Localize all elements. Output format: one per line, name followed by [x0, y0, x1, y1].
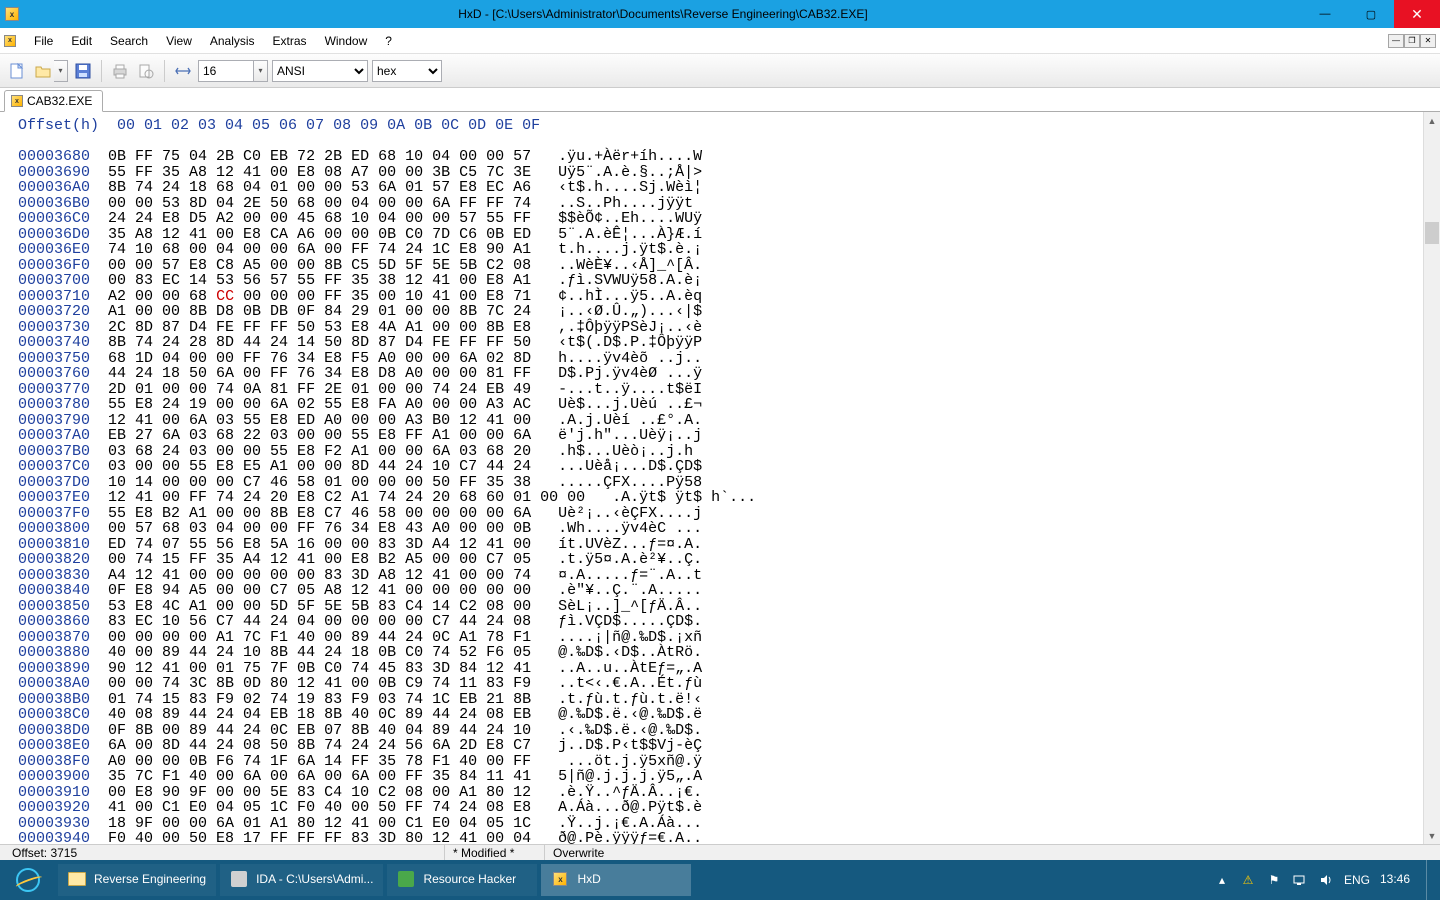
ida-icon — [230, 870, 248, 888]
toolbar: ▾ ▾ ANSI hex — [0, 54, 1440, 88]
print-preview-button[interactable] — [135, 60, 157, 82]
hex-editor[interactable]: Offset(h) 00 01 02 03 04 05 06 07 08 09 … — [0, 112, 1440, 844]
tray-language[interactable]: ENG — [1344, 873, 1370, 887]
window-title: HxD - [C:\Users\Administrator\Documents\… — [24, 7, 1302, 21]
taskbar-hxd[interactable]: xHxD — [541, 864, 691, 896]
bytes-per-row-input[interactable] — [198, 60, 254, 82]
menu-search[interactable]: Search — [102, 30, 156, 52]
taskbar-ida[interactable]: IDA - C:\Users\Admi... — [220, 864, 383, 896]
ie-icon — [16, 868, 40, 892]
scroll-up-button[interactable]: ▲ — [1424, 112, 1440, 129]
menu-analysis[interactable]: Analysis — [202, 30, 263, 52]
tray-flag-icon[interactable]: ⚑ — [1266, 872, 1282, 888]
window-maximize-button[interactable]: ▢ — [1348, 0, 1394, 28]
hxd-icon: x — [551, 870, 569, 888]
window-close-button[interactable]: ✕ — [1394, 0, 1440, 28]
menu-file[interactable]: File — [26, 30, 61, 52]
tray-clock[interactable]: 13:46 — [1380, 873, 1410, 886]
rh-icon — [397, 870, 415, 888]
bytes-per-row-icon — [172, 60, 194, 82]
mdi-close-button[interactable]: ✕ — [1420, 34, 1436, 48]
charset-select[interactable]: ANSI — [272, 60, 368, 82]
document-tabs: x CAB32.EXE — [0, 88, 1440, 112]
menu-help[interactable]: ? — [377, 30, 400, 52]
windows-taskbar: Reverse EngineeringIDA - C:\Users\Admi..… — [0, 860, 1440, 900]
app-icon-small: x — [4, 35, 24, 47]
tab-cab32[interactable]: x CAB32.EXE — [4, 90, 103, 112]
menu-edit[interactable]: Edit — [63, 30, 100, 52]
scroll-down-button[interactable]: ▼ — [1424, 827, 1440, 844]
mdi-controls: — ❐ ✕ — [1388, 34, 1436, 48]
menu-window[interactable]: Window — [317, 30, 376, 52]
numbase-select[interactable]: hex — [372, 60, 442, 82]
window-minimize-button[interactable]: — — [1302, 0, 1348, 28]
mdi-minimize-button[interactable]: — — [1388, 34, 1404, 48]
taskbar-resource[interactable]: Resource Hacker — [387, 864, 537, 896]
tray-network-icon[interactable] — [1292, 872, 1308, 888]
tray-chevron-icon[interactable]: ▴ — [1214, 872, 1230, 888]
new-file-button[interactable] — [6, 60, 28, 82]
open-file-button[interactable] — [32, 60, 54, 82]
tab-label: CAB32.EXE — [27, 94, 92, 108]
bytes-per-row-dropdown[interactable]: ▾ — [254, 60, 268, 82]
file-icon: x — [11, 95, 23, 107]
mdi-restore-button[interactable]: ❐ — [1404, 34, 1420, 48]
save-button[interactable] — [72, 60, 94, 82]
menu-view[interactable]: View — [158, 30, 200, 52]
tray-volume-icon[interactable] — [1318, 872, 1334, 888]
app-icon: x — [0, 7, 24, 21]
system-tray: ▴ ⚠ ⚑ ENG 13:46 — [1208, 860, 1440, 900]
start-button[interactable] — [0, 860, 56, 900]
print-button[interactable] — [109, 60, 131, 82]
show-desktop-button[interactable] — [1426, 860, 1434, 900]
menu-extras[interactable]: Extras — [265, 30, 315, 52]
window-titlebar: x HxD - [C:\Users\Administrator\Document… — [0, 0, 1440, 28]
menubar: x FileEditSearchViewAnalysisExtrasWindow… — [0, 28, 1440, 54]
open-dropdown-button[interactable]: ▾ — [54, 60, 68, 82]
vertical-scrollbar[interactable]: ▲ ▼ — [1423, 112, 1440, 844]
status-offset: Offset: 3715 — [4, 845, 444, 860]
status-modified: * Modified * — [444, 845, 544, 860]
scroll-thumb[interactable] — [1425, 222, 1439, 244]
statusbar: Offset: 3715 * Modified * Overwrite — [0, 844, 1440, 860]
taskbar-reverse[interactable]: Reverse Engineering — [58, 864, 216, 896]
folder-icon — [68, 870, 86, 888]
tray-warning-icon[interactable]: ⚠ — [1240, 872, 1256, 888]
status-mode: Overwrite — [544, 845, 612, 860]
